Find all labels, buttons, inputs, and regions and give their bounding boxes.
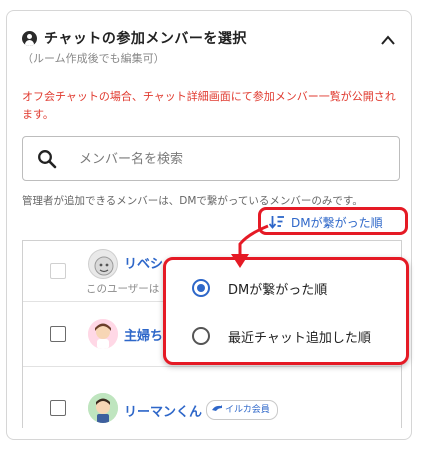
search-icon xyxy=(38,150,57,169)
avatar xyxy=(88,393,118,423)
member-badge-label: イルカ会員 xyxy=(225,405,270,415)
member-badge: イルカ会員 xyxy=(206,400,278,420)
sort-option-dm-connected[interactable]: DMが繋がった順 xyxy=(166,265,406,311)
search-input[interactable] xyxy=(79,148,379,170)
sort-order-label: DMが繋がった順 xyxy=(291,216,383,230)
person-icon xyxy=(22,31,37,46)
member-name[interactable]: 主婦ち xyxy=(124,325,163,344)
member-row[interactable]: リーマンくん イルカ会員 xyxy=(23,366,401,428)
dolphin-icon xyxy=(212,405,222,411)
member-name[interactable]: リーマンくん xyxy=(124,401,202,420)
radio-unselected[interactable] xyxy=(192,327,210,345)
privacy-notice: オフ会チャットの場合、チャット詳細画面にて参加メンバー一覧が公開されます。 xyxy=(22,90,396,121)
sort-dropdown-menu: DMが繋がった順 最近チャット追加した順 xyxy=(163,257,409,365)
chevron-up-icon[interactable] xyxy=(380,34,396,46)
radio-selected[interactable] xyxy=(192,279,210,297)
member-checkbox[interactable] xyxy=(50,400,66,416)
member-checkbox xyxy=(50,263,66,279)
sort-option-recent-chat[interactable]: 最近チャット追加した順 xyxy=(166,313,406,359)
sort-descending-icon xyxy=(269,216,284,229)
admin-note: 管理者が追加できるメンバーは、DMで繋がっているメンバーのみです。 xyxy=(22,195,363,207)
avatar xyxy=(88,249,118,279)
sort-order-button[interactable]: DMが繋がった順 xyxy=(258,207,408,235)
member-note: このユーザーは xyxy=(86,283,160,295)
member-search-box[interactable] xyxy=(22,136,400,181)
section-title: チャットの参加メンバーを選択 xyxy=(44,31,247,47)
member-checkbox[interactable] xyxy=(50,326,66,342)
sort-option-label: 最近チャット追加した順 xyxy=(228,331,371,346)
member-name[interactable]: リベシ xyxy=(124,253,163,272)
sort-option-label: DMが繋がった順 xyxy=(228,283,328,298)
section-subtitle: （ルーム作成後でも編集可） xyxy=(22,52,165,65)
avatar xyxy=(88,319,118,349)
